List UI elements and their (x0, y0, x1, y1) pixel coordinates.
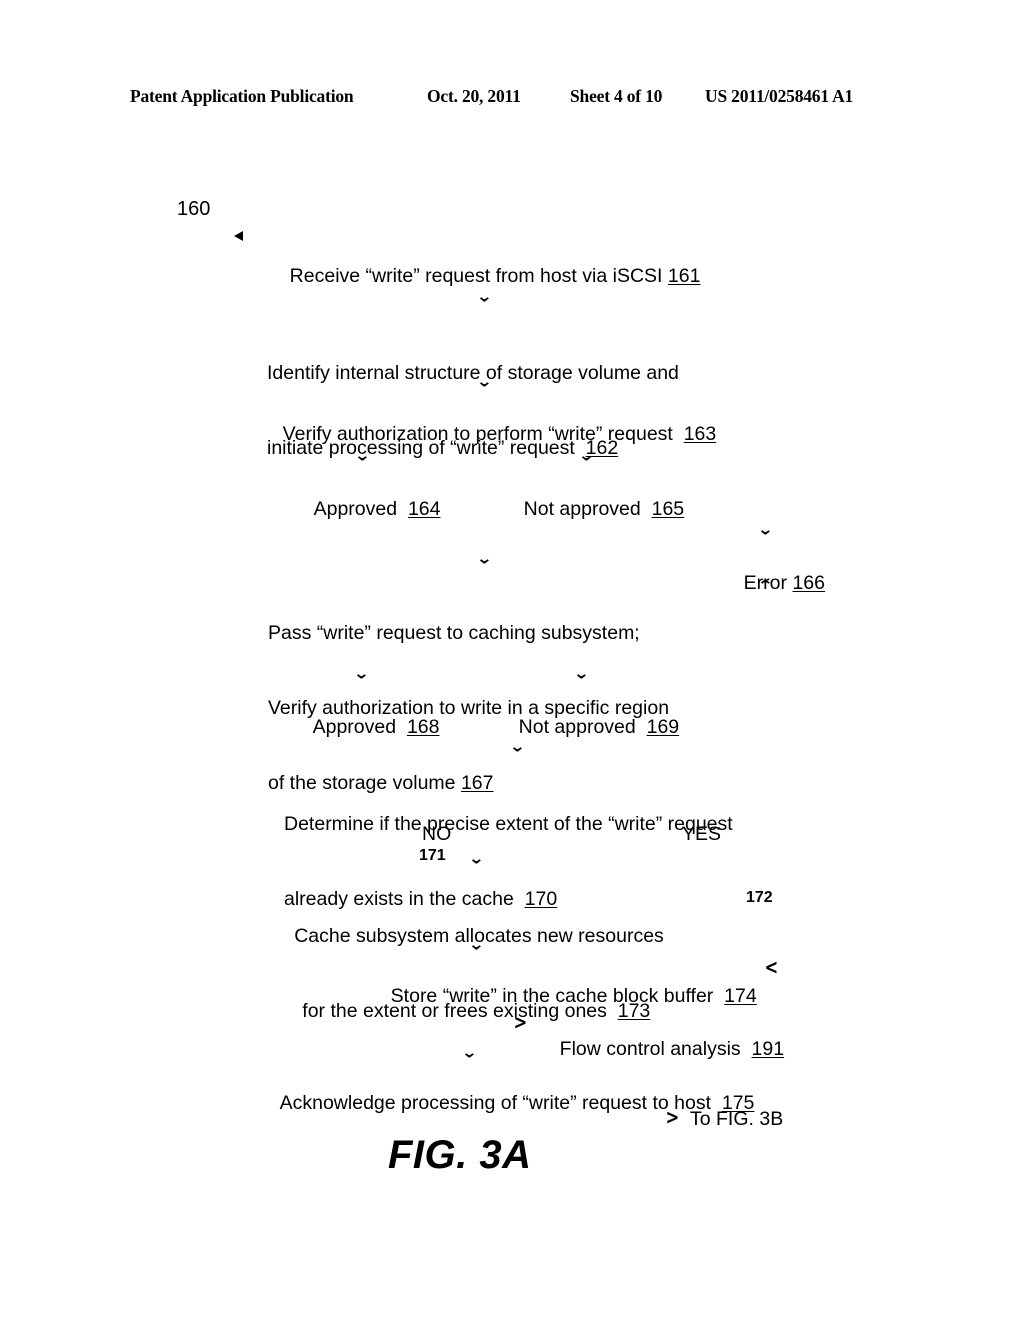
arrow-up-169-to-166: ⌃ (757, 576, 774, 596)
step-163-ref: 163 (683, 423, 717, 445)
arrow-down-168-to-170: ⌄ (509, 736, 526, 756)
step-161-text: Receive “write” request from host via iS… (289, 265, 663, 287)
arrow-down-161-to-162: ⌄ (476, 286, 493, 306)
branch-ref-172: 172 (746, 889, 773, 906)
arrow-down-173-to-174: ⌄ (468, 934, 485, 954)
step-165: Not approved 165 (502, 472, 684, 547)
diagram-number-160: 160 (177, 198, 211, 220)
step-191-ref: 191 (751, 1038, 785, 1060)
step-175-text: Acknowledge processing of “write” reques… (279, 1092, 711, 1114)
arrow-down-167-to-168: ⌄ (353, 663, 370, 683)
left-triangle-pointer-icon (234, 231, 243, 241)
step-162-line-1: Identify internal structure of storage v… (267, 362, 679, 384)
branch-label-yes: YES (682, 823, 722, 845)
step-174-text: Store “write” in the cache block buffer (390, 985, 714, 1007)
step-165-ref: 165 (651, 498, 685, 520)
arrow-down-164-to-167: ⌄ (476, 548, 493, 568)
arrow-down-163-to-165: ⌄ (578, 445, 595, 465)
figure-caption: FIG. 3A (388, 1133, 532, 1177)
step-170-line-1: Determine if the precise extent of the “… (284, 813, 733, 835)
step-168: Approved 168 (292, 690, 440, 765)
step-175: Acknowledge processing of “write” reques… (259, 1066, 755, 1141)
step-169-text: Not approved (518, 716, 636, 738)
link-to-fig-3b: To FIG. 3B (690, 1108, 784, 1130)
arrow-left-172-to-174: < (764, 955, 779, 979)
step-164: Approved 164 (293, 472, 441, 547)
arrow-down-167-to-169: ⌄ (573, 663, 590, 683)
branch-label-no: NO (422, 823, 452, 845)
arrow-down-162-to-163: ⌄ (476, 371, 493, 391)
step-168-text: Approved (312, 716, 397, 738)
step-174-ref: 174 (724, 985, 757, 1007)
branch-ref-171: 171 (419, 847, 446, 864)
step-168-ref: 168 (406, 716, 440, 738)
step-163: Verify authorization to perform “write” … (261, 397, 717, 472)
arrow-down-174-to-175: ⌄ (461, 1042, 478, 1062)
arrow-right-to-191: > (513, 1010, 528, 1034)
step-163-text: Verify authorization to perform “write” … (282, 423, 673, 445)
step-164-text: Approved (313, 498, 398, 520)
step-169-ref: 169 (646, 716, 680, 738)
arrow-down-171-to-173: ⌄ (468, 848, 485, 868)
flowchart-figure-3a: 160 Receive “write” request from host vi… (0, 0, 1024, 1320)
arrow-right-to-fig-3b: > (665, 1105, 680, 1129)
arrow-down-165-to-166: ⌄ (757, 519, 774, 539)
step-161-ref: 161 (667, 265, 701, 287)
step-191-text: Flow control analysis (559, 1038, 741, 1060)
step-165-text: Not approved (523, 498, 641, 520)
arrow-down-163-to-164: ⌄ (354, 445, 371, 465)
step-166-ref: 166 (792, 572, 825, 594)
step-167-line-1: Pass “write” request to caching subsyste… (268, 622, 640, 644)
step-164-ref: 164 (407, 498, 441, 520)
